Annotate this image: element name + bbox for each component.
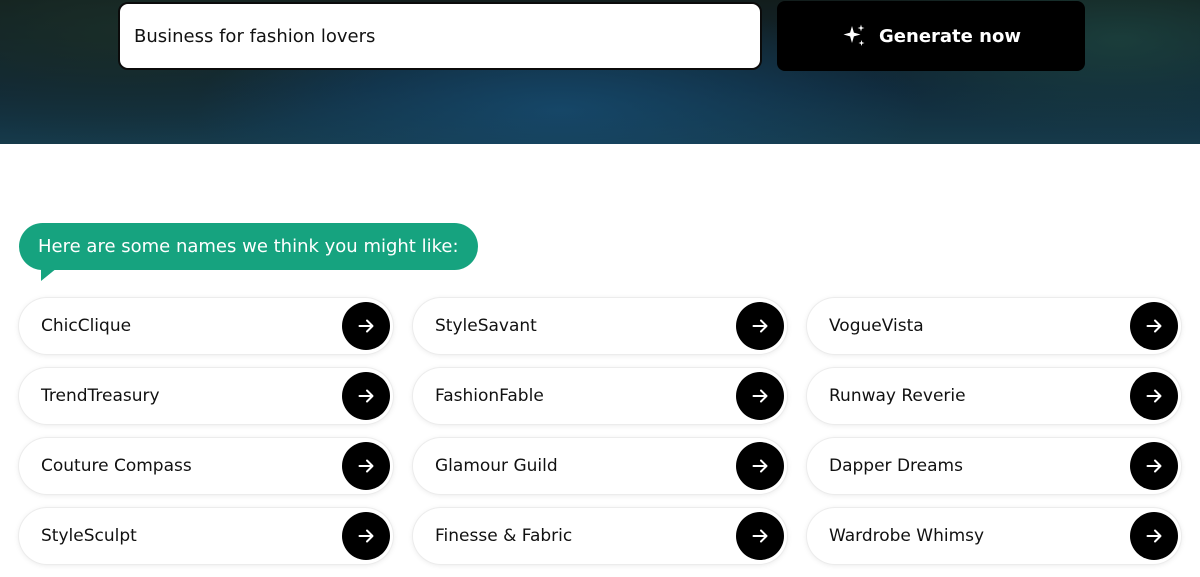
arrow-right-icon[interactable] (342, 512, 390, 560)
name-card[interactable]: Couture Compass (19, 438, 393, 494)
suggestions-heading: Here are some names we think you might l… (38, 236, 459, 257)
arrow-right-icon[interactable] (736, 512, 784, 560)
business-description-input[interactable] (118, 2, 762, 70)
name-card[interactable]: FashionFable (413, 368, 787, 424)
name-card[interactable]: Runway Reverie (807, 368, 1181, 424)
arrow-right-icon[interactable] (342, 302, 390, 350)
arrow-right-icon[interactable] (736, 442, 784, 490)
suggestions-heading-bubble: Here are some names we think you might l… (19, 223, 478, 270)
name-label: Wardrobe Whimsy (829, 526, 985, 546)
name-card[interactable]: VogueVista (807, 298, 1181, 354)
name-label: StyleSavant (435, 316, 537, 336)
name-label: Glamour Guild (435, 456, 558, 476)
name-card[interactable]: Wardrobe Whimsy (807, 508, 1181, 564)
name-card[interactable]: StyleSavant (413, 298, 787, 354)
name-label: FashionFable (435, 386, 544, 406)
arrow-right-icon[interactable] (736, 302, 784, 350)
name-label: VogueVista (829, 316, 924, 336)
name-card[interactable]: Dapper Dreams (807, 438, 1181, 494)
name-label: Dapper Dreams (829, 456, 963, 476)
name-label: TrendTreasury (41, 386, 160, 406)
name-suggestions-grid: ChicClique StyleSavant VogueVista TrendT… (19, 298, 1184, 564)
arrow-right-icon[interactable] (736, 372, 784, 420)
arrow-right-icon[interactable] (1130, 512, 1178, 560)
generate-now-label: Generate now (879, 25, 1021, 47)
name-card[interactable]: Glamour Guild (413, 438, 787, 494)
arrow-right-icon[interactable] (1130, 372, 1178, 420)
arrow-right-icon[interactable] (342, 442, 390, 490)
name-card[interactable]: StyleSculpt (19, 508, 393, 564)
arrow-right-icon[interactable] (1130, 442, 1178, 490)
hero-banner: Generate now (0, 0, 1200, 144)
name-label: ChicClique (41, 316, 132, 336)
arrow-right-icon[interactable] (342, 372, 390, 420)
sparkles-icon (841, 23, 867, 49)
name-label: Couture Compass (41, 456, 192, 476)
name-card[interactable]: ChicClique (19, 298, 393, 354)
name-label: StyleSculpt (41, 526, 137, 546)
speech-bubble-tail (41, 268, 57, 281)
arrow-right-icon[interactable] (1130, 302, 1178, 350)
name-card[interactable]: TrendTreasury (19, 368, 393, 424)
name-label: Finesse & Fabric (435, 526, 573, 546)
name-label: Runway Reverie (829, 386, 966, 406)
generate-now-button[interactable]: Generate now (777, 1, 1085, 71)
name-card[interactable]: Finesse & Fabric (413, 508, 787, 564)
